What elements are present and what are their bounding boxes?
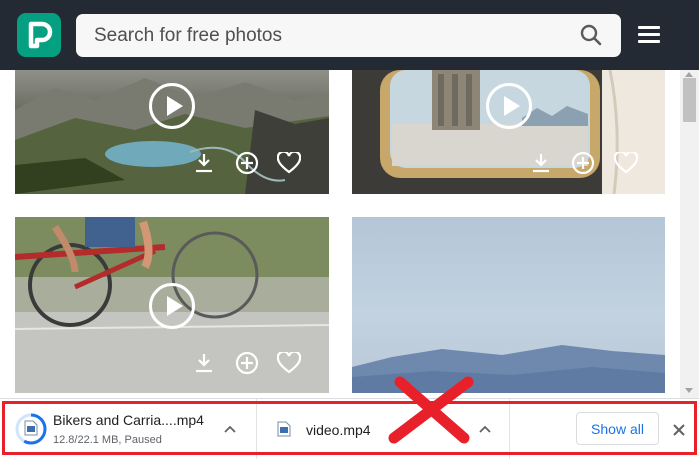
download-icon[interactable] [195, 353, 213, 373]
download-icon[interactable] [195, 153, 213, 173]
add-to-collection-icon[interactable] [571, 151, 595, 175]
search-icon[interactable] [580, 24, 602, 46]
video-thumbnail-mountain-lake[interactable] [15, 70, 329, 194]
download-file-name: video.mp4 [306, 422, 371, 438]
download-file-name: Bikers and Carria....mp4 [53, 412, 204, 428]
heart-icon[interactable] [614, 152, 638, 174]
play-icon[interactable] [149, 283, 195, 329]
video-file-icon [24, 420, 38, 436]
download-status: 12.8/22.1 MB, Paused [53, 434, 162, 446]
sky-scene-image [352, 345, 665, 393]
search-input[interactable] [94, 14, 564, 57]
video-file-icon [277, 421, 291, 437]
play-icon[interactable] [486, 83, 532, 129]
download-item[interactable]: Bikers and Carria....mp4 12.8/22.1 MB, P… [0, 399, 257, 459]
add-to-collection-icon[interactable] [235, 351, 259, 375]
site-header [0, 0, 699, 70]
scroll-thumb[interactable] [683, 78, 696, 122]
video-thumbnail-bicycles[interactable] [15, 217, 329, 393]
heart-icon[interactable] [277, 352, 301, 374]
video-thumbnail-train-window[interactable] [352, 70, 665, 194]
play-icon[interactable] [149, 83, 195, 129]
download-item[interactable]: video.mp4 [258, 399, 510, 459]
show-all-button[interactable]: Show all [576, 412, 659, 445]
page-scrollbar[interactable] [680, 70, 699, 398]
search-bar [76, 14, 621, 57]
heart-icon[interactable] [277, 152, 301, 174]
browser-page: Bikers and Carria....mp4 12.8/22.1 MB, P… [0, 0, 699, 459]
scroll-down-arrow-icon[interactable] [685, 388, 693, 393]
scroll-up-arrow-icon[interactable] [685, 72, 693, 77]
download-icon[interactable] [532, 153, 550, 173]
add-to-collection-icon[interactable] [235, 151, 259, 175]
chevron-up-icon[interactable] [479, 425, 491, 433]
download-shelf: Bikers and Carria....mp4 12.8/22.1 MB, P… [0, 398, 699, 459]
pexels-logo-icon[interactable] [17, 13, 61, 57]
video-thumbnail-sky[interactable] [352, 217, 665, 393]
chevron-up-icon[interactable] [224, 425, 236, 433]
close-icon[interactable] [672, 423, 686, 437]
hamburger-menu-icon[interactable] [638, 26, 661, 44]
